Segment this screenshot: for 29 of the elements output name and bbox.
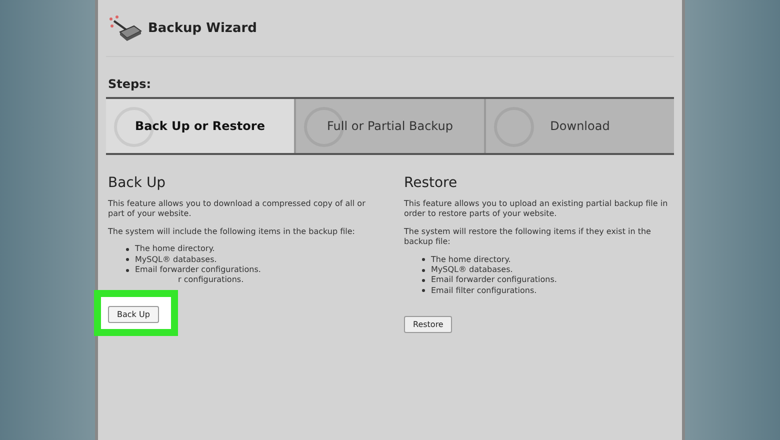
wizard-disk-icon xyxy=(108,15,142,41)
list-item: Email forwarder configurations. xyxy=(431,275,557,286)
bullet-icon xyxy=(422,258,425,262)
section-description: This feature allows you to upload an existing partial backup file in order to restore parts of your website. xyxy=(404,199,669,220)
section-heading: Back Up xyxy=(108,175,167,191)
steps-label: Steps: xyxy=(108,77,152,91)
list-item: Email forwarder configurations. xyxy=(135,264,261,276)
section-intro: The system will include the following items in the backup file: xyxy=(108,226,356,238)
bullet-icon xyxy=(126,268,129,272)
bullet-icon xyxy=(126,248,129,251)
bullet-icon xyxy=(422,289,425,292)
step-tab[interactable]: Download xyxy=(486,99,674,153)
list-item: The home directory. xyxy=(431,254,511,265)
list-item: r configurations. xyxy=(178,275,244,286)
bullet-icon xyxy=(422,268,425,272)
step-tab[interactable]: Full or Partial Backup xyxy=(296,99,486,153)
section-heading: Restore xyxy=(404,175,458,191)
section-description: This feature allows you to download a compressed copy of all or part of your website. xyxy=(108,199,366,220)
list-item: MySQL® databases. xyxy=(135,254,217,265)
list-item: The home directory. xyxy=(135,244,215,255)
bullet-icon xyxy=(126,258,129,262)
bullet-icon xyxy=(422,279,425,282)
list-item: MySQL® databases. xyxy=(431,264,513,276)
section-intro: The system will restore the following items if they exist in the backup file: xyxy=(404,226,652,248)
step-tab[interactable]: Back Up or Restore xyxy=(106,99,296,153)
section-button[interactable]: Back Up xyxy=(108,306,159,323)
section-button[interactable]: Restore xyxy=(404,316,452,334)
page-title: Backup Wizard xyxy=(148,20,257,36)
list-item: Email filter configurations. xyxy=(431,286,537,296)
